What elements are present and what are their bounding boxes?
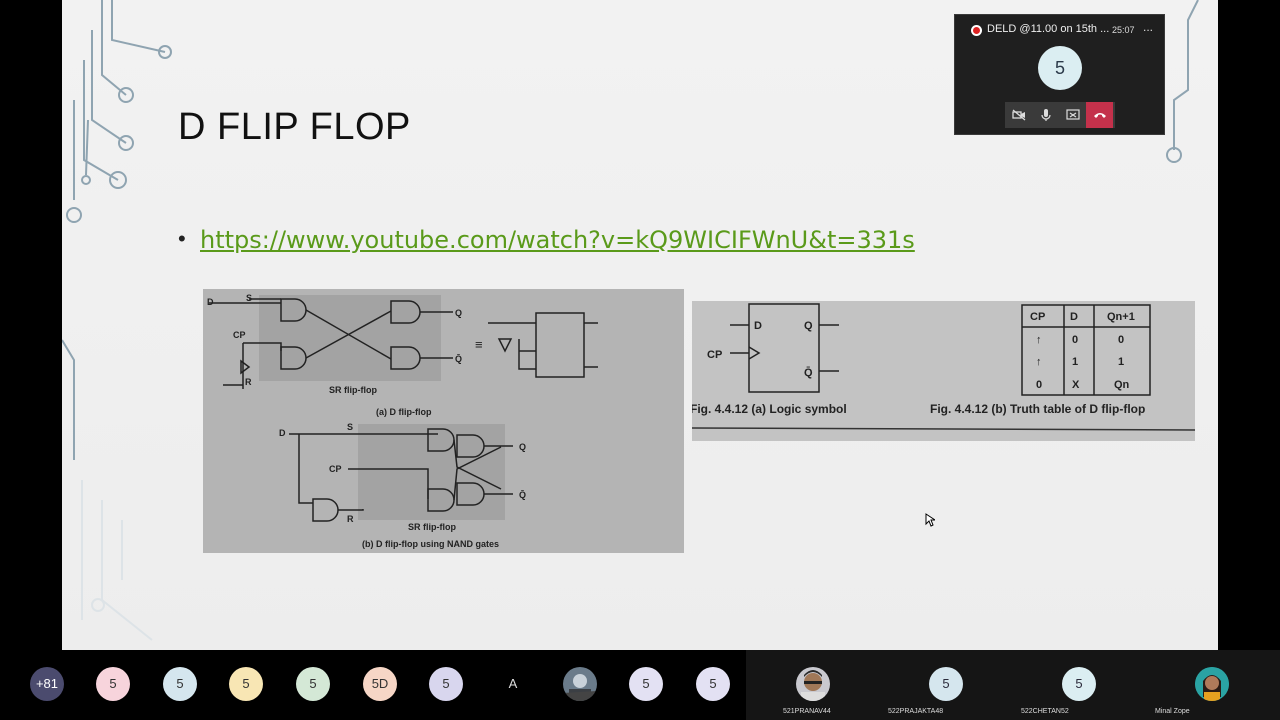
participant-name: Minal Zope xyxy=(1155,708,1190,715)
participant-avatar[interactable]: 5 xyxy=(229,667,263,701)
participant-avatar[interactable]: 5 xyxy=(429,667,463,701)
logic-symbol-diagram: D CP Q Q̄ Fig. 4.4.12 (a) Logic symbol F… xyxy=(692,303,1195,431)
share-screen-icon[interactable] xyxy=(1059,102,1086,128)
label-cp: CP xyxy=(233,330,246,340)
caption-b: (b) D flip-flop using NAND gates xyxy=(362,539,499,549)
more-options-button[interactable]: ... xyxy=(1143,20,1153,34)
th-cp: CP xyxy=(1030,311,1045,323)
td-2-0: 0 xyxy=(1036,379,1042,391)
fig-caption-b: Fig. 4.4.12 (b) Truth table of D flip-fl… xyxy=(930,402,1145,416)
td-0-0: ↑ xyxy=(1036,334,1042,346)
video-off-icon[interactable] xyxy=(1005,102,1032,128)
symbol-d: D xyxy=(754,320,762,332)
participant-photo-avatar[interactable] xyxy=(563,667,597,701)
label-qbar-b: Q̄ xyxy=(519,490,526,500)
td-0-1: 0 xyxy=(1072,334,1078,346)
mouse-cursor-icon xyxy=(925,513,935,527)
symbol-qbar: Q̄ xyxy=(804,367,813,379)
td-0-2: 0 xyxy=(1118,334,1124,346)
call-controls xyxy=(1005,102,1115,128)
circuit-diagram: D S CP R Q Q̄ ≡ SR flip-flop (a) D flip-… xyxy=(207,293,598,549)
meeting-timer: 25:07 xyxy=(1112,25,1135,35)
logic-symbol-truth-table-image: D CP Q Q̄ Fig. 4.4.12 (a) Logic symbol F… xyxy=(692,301,1195,441)
participant-name: 521PRANAV44 xyxy=(783,708,831,715)
youtube-link[interactable]: https://www.youtube.com/watch?v=kQ9WICIF… xyxy=(200,226,915,254)
sr-caption-b: SR flip-flop xyxy=(408,522,456,532)
label-s: S xyxy=(246,293,252,303)
bullet-marker: • xyxy=(178,226,186,251)
participant-avatar[interactable]: 5 xyxy=(96,667,130,701)
label-q: Q xyxy=(455,308,462,318)
sr-caption-a: SR flip-flop xyxy=(329,385,377,395)
th-d: D xyxy=(1070,311,1078,323)
td-2-2: Qn xyxy=(1114,379,1130,391)
participant-avatar[interactable]: 5 xyxy=(696,667,730,701)
participant-avatar[interactable]: 5 xyxy=(629,667,663,701)
meeting-mini-window[interactable]: DELD @11.00 on 15th ... 25:07 ... 5 xyxy=(954,14,1165,135)
fig-caption-a: Fig. 4.4.12 (a) Logic symbol xyxy=(692,402,847,416)
meeting-title: DELD @11.00 on 15th ... xyxy=(987,23,1110,35)
equivalence-sign: ≡ xyxy=(475,337,483,352)
symbol-cp: CP xyxy=(707,349,722,361)
participant-name: 522PRAJAKTA48 xyxy=(888,708,944,715)
label-q-b: Q xyxy=(519,442,526,452)
participant-photo-avatar[interactable] xyxy=(796,667,830,701)
td-1-1: 1 xyxy=(1072,356,1078,368)
label-d-b: D xyxy=(279,428,286,438)
participant-avatar[interactable]: 5 xyxy=(929,667,963,701)
participant-avatar[interactable]: 5 xyxy=(1062,667,1096,701)
label-s-b: S xyxy=(347,422,353,432)
participant-avatar[interactable]: 5D xyxy=(363,667,397,701)
label-r-b: R xyxy=(347,514,354,524)
presenter-avatar: 5 xyxy=(1038,46,1082,90)
symbol-q: Q xyxy=(804,320,813,332)
participant-photo-avatar[interactable] xyxy=(1195,667,1229,701)
td-1-2: 1 xyxy=(1118,356,1124,368)
participant-name: 522CHETAN52 xyxy=(1021,708,1069,715)
slide-title: D FLIP FLOP xyxy=(178,106,411,148)
label-r: R xyxy=(245,377,252,387)
d-flip-flop-circuit-image: D S CP R Q Q̄ ≡ SR flip-flop (a) D flip-… xyxy=(203,289,684,553)
label-d: D xyxy=(207,297,214,307)
caption-a: (a) D flip-flop xyxy=(376,407,432,417)
overflow-participants-chip[interactable]: +81 xyxy=(30,667,64,701)
recording-icon xyxy=(971,25,982,36)
td-2-1: X xyxy=(1072,379,1080,391)
hang-up-icon[interactable] xyxy=(1086,102,1113,128)
microphone-icon[interactable] xyxy=(1032,102,1059,128)
participant-avatar[interactable]: A xyxy=(496,667,530,701)
participant-avatar[interactable]: 5 xyxy=(296,667,330,701)
label-cp-b: CP xyxy=(329,464,342,474)
participant-avatar[interactable]: 5 xyxy=(163,667,197,701)
td-1-0: ↑ xyxy=(1036,356,1042,368)
th-qn1: Qn+1 xyxy=(1107,311,1135,323)
label-qbar: Q̄ xyxy=(455,354,462,364)
